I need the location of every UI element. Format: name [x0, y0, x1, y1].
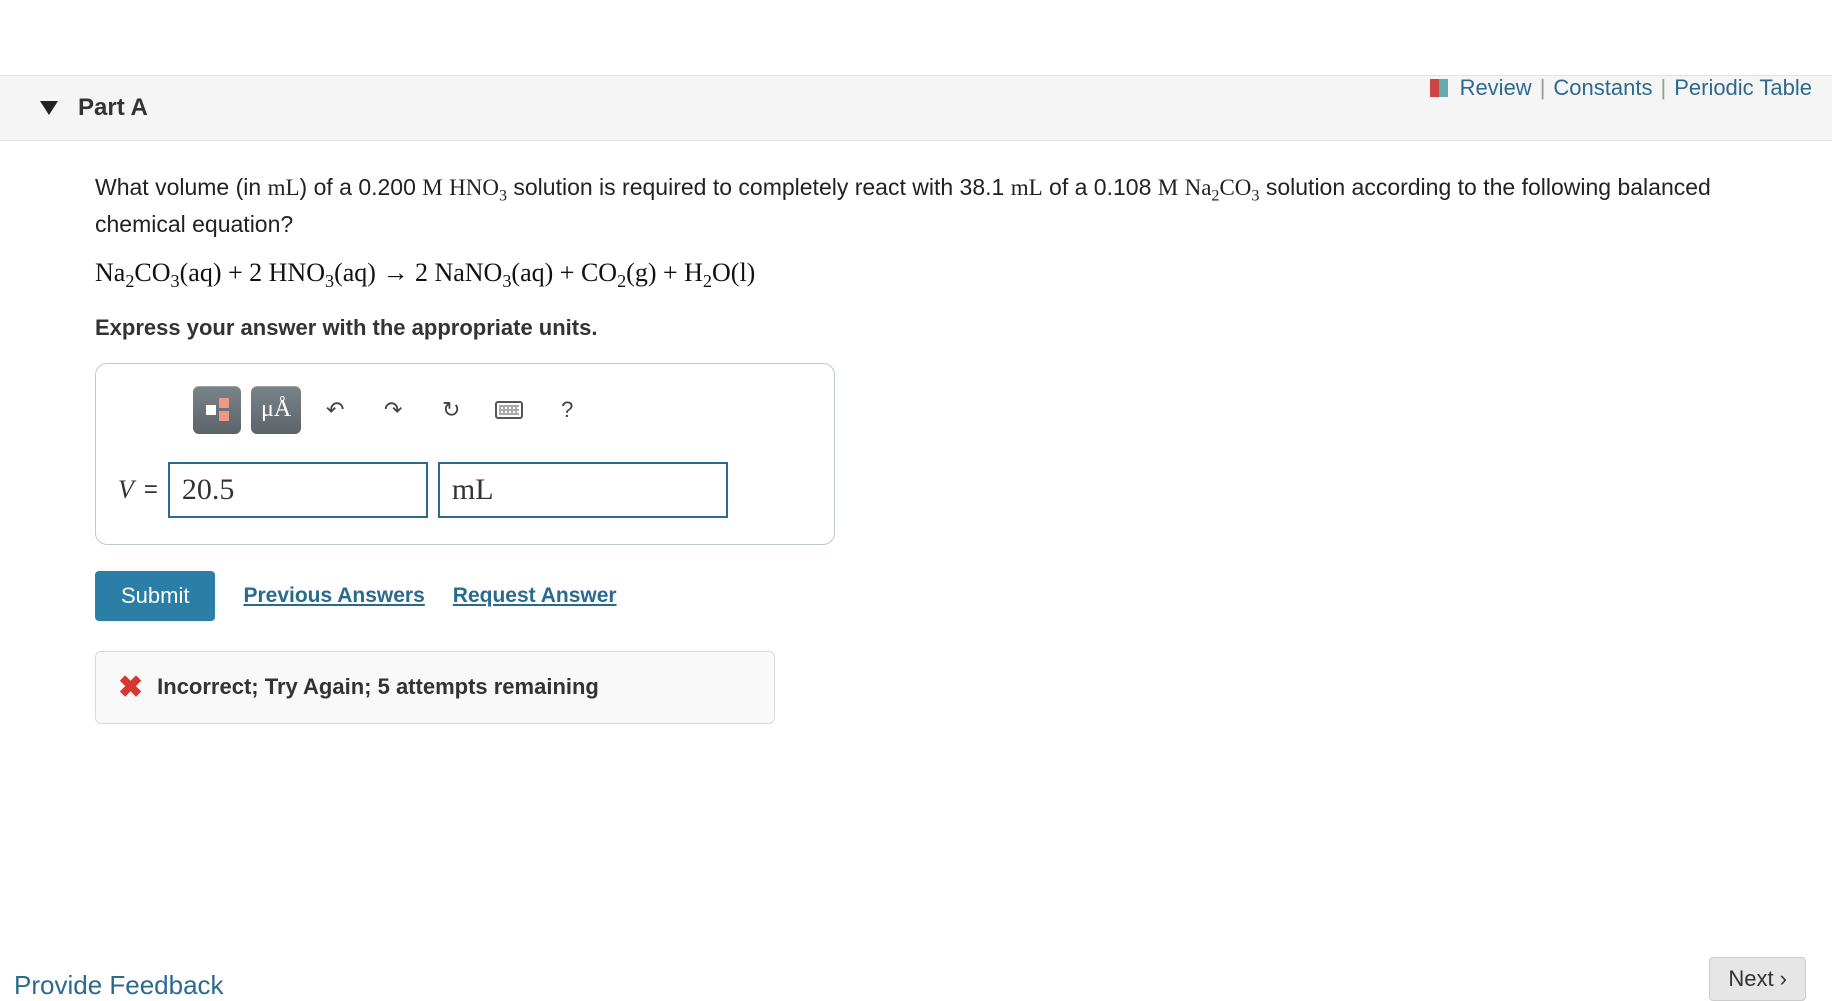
- variable-label: V: [118, 475, 134, 505]
- next-button[interactable]: Next ›: [1709, 957, 1806, 1001]
- feedback-message: Incorrect; Try Again; 5 attempts remaini…: [157, 674, 599, 700]
- actions-row: Submit Previous Answers Request Answer: [95, 571, 1802, 621]
- periodic-table-link[interactable]: Periodic Table: [1674, 75, 1812, 101]
- redo-icon: ↷: [384, 397, 402, 423]
- question-text: What volume (in mL) of a 0.200 M HNO3 so…: [95, 171, 1802, 240]
- keyboard-icon: [495, 401, 523, 419]
- submit-button[interactable]: Submit: [95, 571, 215, 621]
- redo-button[interactable]: ↷: [369, 386, 417, 434]
- request-answer-link[interactable]: Request Answer: [453, 584, 617, 608]
- review-icon: [1430, 79, 1448, 97]
- top-links-bar: Review | Constants | Periodic Table: [1430, 75, 1812, 101]
- chemical-equation: Na2CO3(aq) + 2 HNO3(aq) → 2 NaNO3(aq) + …: [95, 258, 1802, 292]
- separator: |: [1540, 75, 1546, 101]
- unit-input[interactable]: [438, 462, 728, 518]
- templates-button[interactable]: [193, 386, 241, 434]
- provide-feedback-link[interactable]: Provide Feedback: [14, 970, 224, 1001]
- separator: |: [1660, 75, 1666, 101]
- answer-line: V =: [118, 462, 812, 518]
- reset-icon: ↻: [442, 397, 460, 423]
- units-symbols-button[interactable]: μÅ: [251, 386, 301, 434]
- help-icon: ?: [561, 397, 573, 423]
- review-link[interactable]: Review: [1460, 75, 1532, 101]
- templates-icon: [206, 398, 229, 421]
- incorrect-x-icon: ✖: [118, 670, 143, 705]
- mu-angstrom-icon: μÅ: [261, 396, 291, 423]
- express-units-instruction: Express your answer with the appropriate…: [95, 315, 1802, 341]
- previous-answers-link[interactable]: Previous Answers: [243, 584, 424, 608]
- chevron-right-icon: ›: [1780, 966, 1787, 992]
- content-area: What volume (in mL) of a 0.200 M HNO3 so…: [0, 141, 1832, 724]
- undo-button[interactable]: ↶: [311, 386, 359, 434]
- part-label: Part A: [78, 94, 148, 122]
- equals-sign: =: [144, 476, 158, 504]
- formatting-toolbar: μÅ ↶ ↷ ↻ ?: [193, 386, 812, 434]
- keyboard-button[interactable]: [485, 386, 533, 434]
- collapse-triangle-icon: [40, 101, 58, 115]
- reset-button[interactable]: ↻: [427, 386, 475, 434]
- constants-link[interactable]: Constants: [1553, 75, 1652, 101]
- feedback-box: ✖ Incorrect; Try Again; 5 attempts remai…: [95, 651, 775, 724]
- answer-box: μÅ ↶ ↷ ↻ ? V =: [95, 363, 835, 545]
- help-button[interactable]: ?: [543, 386, 591, 434]
- undo-icon: ↶: [326, 397, 344, 423]
- value-input[interactable]: [168, 462, 428, 518]
- next-label: Next: [1728, 966, 1773, 992]
